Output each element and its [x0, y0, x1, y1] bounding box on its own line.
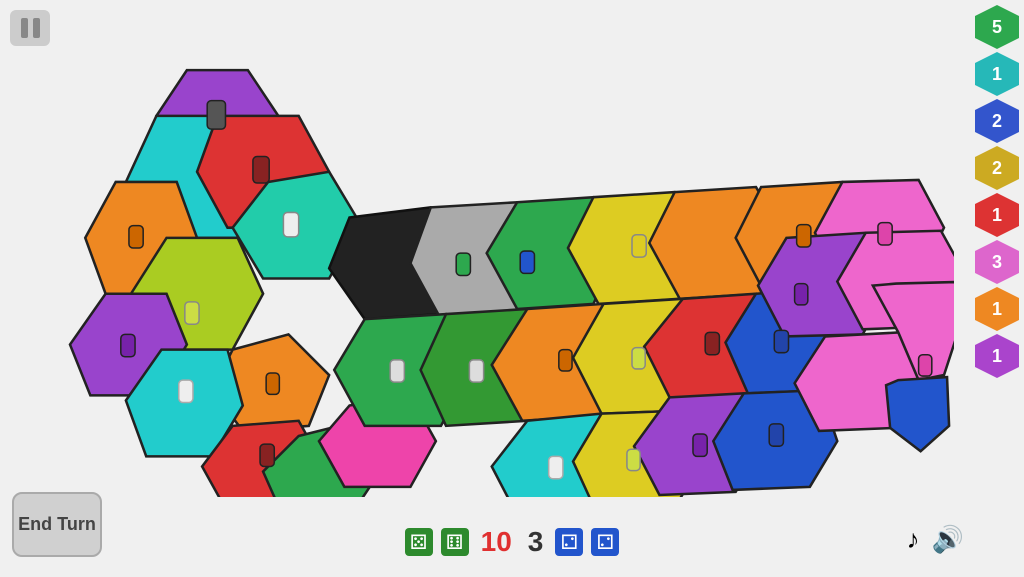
bottom-bar: ⚄ ⚅ 10 3 ⚁ ⚁ [0, 507, 1024, 577]
sound-controls: ♪ 🔊 [907, 524, 964, 555]
volume-button[interactable]: 🔊 [932, 524, 964, 555]
sidebar-item-1[interactable]: 1 [975, 52, 1019, 96]
green-dice-1[interactable]: ⚄ [405, 528, 433, 556]
sidebar-item-7[interactable]: 1 [975, 334, 1019, 378]
move-display: 3 [528, 526, 544, 558]
blue-dice-2[interactable]: ⚁ [591, 528, 619, 556]
music-button[interactable]: ♪ [907, 524, 920, 555]
sidebar-item-2[interactable]: 2 [975, 99, 1019, 143]
sidebar-item-6[interactable]: 1 [975, 287, 1019, 331]
sidebar-item-5[interactable]: 3 [975, 240, 1019, 284]
game-board [60, 60, 954, 497]
pause-button[interactable] [10, 10, 50, 46]
sidebar-item-0[interactable]: 5 [975, 5, 1019, 49]
green-dice-2[interactable]: ⚅ [441, 528, 469, 556]
sidebar-item-4[interactable]: 1 [975, 193, 1019, 237]
sidebar-item-3[interactable]: 2 [975, 146, 1019, 190]
right-sidebar: 5 1 2 2 1 3 1 1 [975, 5, 1019, 378]
blue-dice-1[interactable]: ⚁ [555, 528, 583, 556]
score-display: 10 [481, 526, 512, 558]
